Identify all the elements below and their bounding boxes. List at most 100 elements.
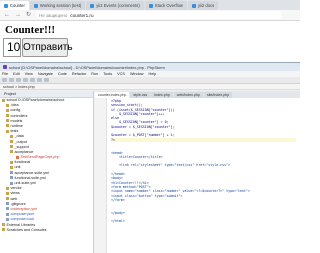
tree-item-label: functional [14,160,31,165]
url-text: counter1.ru [70,12,94,18]
code-lines: <?php session_start(); if (isset($_SESSION… [111,99,296,224]
ide-window: school [D:\OSPanel\domains\school] - D:\… [0,62,300,253]
file-icon [6,212,9,216]
back-icon[interactable]: ← [4,10,10,21]
editor-tabs: counter.index.php style.css index.php web/i… [95,91,300,98]
menu-item[interactable]: Window [130,72,144,76]
tree-item-label: runtime [10,123,23,128]
folder-icon [6,114,9,118]
tree-item[interactable]: Scratches and Consoles [0,228,93,233]
tree-item-label: External Libraries [6,222,36,227]
file-icon [10,181,13,185]
tree-item-label: TestSendPageCept.php [20,155,60,160]
code-editor[interactable]: <?php session_start(); if (isset($_SESSION… [95,98,300,253]
folder-icon [6,108,9,112]
folder-icon [10,134,13,138]
tree-item-label: _data [14,134,24,139]
file-icon [6,217,9,221]
folder-icon [6,191,9,195]
tree-item-label: acceptance [14,149,34,154]
tab-favicon-icon [33,3,38,8]
tree-item-label: Scratches and Consoles [6,227,47,232]
tree-item-label: composer.json [10,212,35,217]
url-field[interactable]: Не защищено counter1.ru [36,11,282,19]
menu-item[interactable]: Navigate [38,72,53,76]
browser-tab[interactable]: yii2 Events (comments) [86,1,144,10]
browser-tab[interactable]: Stack Overflow [144,1,187,10]
menu-item[interactable]: Code [58,72,67,76]
undo-icon[interactable] [23,78,28,82]
browser-tab-label: Counter [10,3,25,8]
folder-icon [6,129,9,133]
menu-item[interactable]: Tools [103,72,112,76]
folder-icon [6,197,9,201]
tree-item-label: views [10,191,20,196]
menu-item[interactable]: File [2,72,8,76]
tree-item-label: codeception.yml [10,206,38,211]
ide-title: school [D:\OSPanel\domains\school] - D:\… [9,64,165,70]
tree-item-label: _support [14,144,29,149]
tree-item-label: unit [14,165,21,170]
menu-item[interactable]: VCS [117,72,125,76]
file-icon [16,155,19,159]
tree-item-label: composer.lock [10,217,35,222]
ide-breadcrumb: school > index.php [0,84,300,90]
open-icon[interactable] [2,78,7,82]
folder-icon [2,223,5,227]
tab-favicon-icon [191,3,196,8]
redo-icon[interactable] [30,78,35,82]
page-title: Counter!!! [5,24,56,36]
project-panel-title: Project [0,91,93,98]
tab-favicon-icon [4,3,8,8]
menu-item[interactable]: Run [91,72,98,76]
phpstorm-logo-icon [3,65,7,69]
sync-icon[interactable] [16,78,21,82]
tree-item-label: vendor [10,186,22,191]
menu-item[interactable]: View [25,72,33,76]
insecure-label: Не защищено [39,12,68,18]
folder-icon [2,228,5,232]
menu-item[interactable]: Edit [13,72,20,76]
project-tree: school D:\OSPanel\domains\school .idea con… [0,98,93,233]
tree-item-label: web [10,196,18,201]
ide-titlebar: school [D:\OSPanel\domains\school] - D:\… [0,63,300,71]
project-panel: Project school D:\OSPanel\domains\school… [0,91,94,253]
tab-favicon-icon [90,3,95,8]
menu-item[interactable]: Refactor [72,72,86,76]
debug-icon[interactable] [44,78,49,82]
browser-tab[interactable]: Working session (test) [29,1,86,10]
counter-input[interactable]: 10 [3,38,21,57]
folder-icon [10,165,13,169]
tree-item-label: controllers [10,113,28,118]
send-button[interactable]: Отправить [22,38,73,57]
tree-item-label: .idea [10,103,19,108]
folder-icon [6,103,9,107]
code-line: </html> [111,219,125,224]
tree-item-label: unit.suite.yml [14,181,37,185]
browser-tab-label: Working session (test) [39,3,82,8]
file-icon [10,171,13,175]
tree-item-label: functional.suite.yml [14,175,46,180]
browser-tab[interactable]: yii2 docs [187,1,219,10]
editor-gutter [95,98,107,253]
folder-icon [10,150,13,154]
folder-icon [10,140,13,144]
browser-tab-bar: Counter Working session (test) yii2 Events… [0,0,300,10]
browser-tab-label: yii2 Events (comments) [96,3,140,8]
run-icon[interactable] [37,78,42,82]
folder-icon [2,98,5,102]
browser-tab-label: Stack Overflow [154,3,183,8]
menu-item[interactable]: Help [148,72,156,76]
tab-favicon-icon [148,3,153,8]
tree-item-label: .gitignore [10,201,26,206]
browser-tab-label: yii2 docs [197,3,215,8]
tree-item-label: school D:\OSPanel\domains\school [6,98,65,102]
save-icon[interactable] [9,78,14,82]
reload-icon[interactable]: ↻ [26,10,31,21]
folder-icon [10,160,13,164]
folder-icon [6,119,9,123]
ide-toolbar [0,77,300,84]
tree-item-label: models [10,118,23,123]
folder-icon [6,124,9,128]
forward-icon[interactable]: → [15,10,21,21]
